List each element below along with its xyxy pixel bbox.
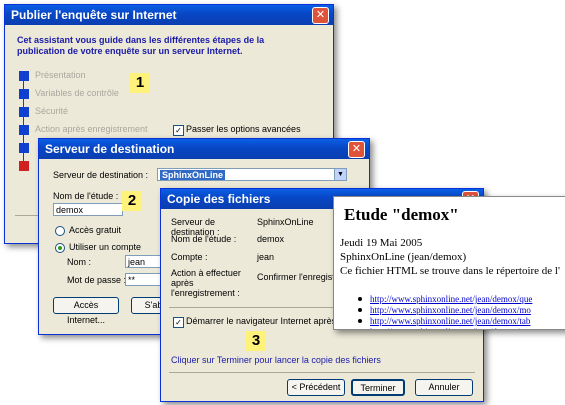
copy-files-title: Copie des fichiers xyxy=(167,192,271,206)
step-label: Variables de contrôle xyxy=(35,88,119,98)
name-label: Nom : xyxy=(67,257,92,267)
copy-divider-bottom xyxy=(169,372,475,373)
chevron-down-icon[interactable]: ▼ xyxy=(334,169,346,180)
internet-access-button[interactable]: Accès Internet... xyxy=(53,297,119,325)
wizard-intro: Cet assistant vous guide dans les différ… xyxy=(17,35,265,56)
page-link[interactable]: http://www.sphinxonline.net/jean/demox/t… xyxy=(370,316,530,326)
server-title: Serveur de destination xyxy=(45,142,175,156)
step-label: Présentation xyxy=(35,70,86,80)
finish-button[interactable]: Terminer xyxy=(351,379,405,396)
step-badge-1: 1 xyxy=(130,73,150,93)
page-link[interactable]: http://www.sphinxonline.net/jean/demox/r… xyxy=(370,327,530,329)
step-marker xyxy=(19,71,29,81)
step-marker xyxy=(19,125,29,135)
step-badge-3: 3 xyxy=(246,331,266,351)
close-icon[interactable]: ✕ xyxy=(348,141,365,158)
page-note: Ce fichier HTML se trouve dans le répert… xyxy=(340,265,560,277)
server-label: Serveur de destination : xyxy=(53,170,149,180)
step-connector xyxy=(23,135,24,143)
page-author: SphinxOnLine (jean/demox) xyxy=(340,251,467,263)
advanced-options-label: Passer les options avancées xyxy=(186,124,301,134)
summary-value: jean xyxy=(257,252,275,262)
step-connector xyxy=(23,117,24,125)
page-link[interactable]: http://www.sphinxonline.net/jean/demox/m… xyxy=(370,305,531,315)
finish-hint: Cliquer sur Terminer pour lancer la copi… xyxy=(171,355,381,365)
step-marker xyxy=(19,89,29,99)
summary-label: Nom de l'étude : xyxy=(171,234,237,244)
cancel-button[interactable]: Annuler xyxy=(415,379,473,396)
publish-wizard-titlebar[interactable]: Publier l'enquête sur Internet ✕ xyxy=(5,5,333,25)
study-field[interactable]: demox xyxy=(53,203,123,216)
server-select[interactable]: SphinxOnLine ▼ xyxy=(157,168,347,181)
close-icon[interactable]: ✕ xyxy=(312,7,329,24)
server-select-value: SphinxOnLine xyxy=(160,170,226,180)
free-access-radio[interactable] xyxy=(55,226,65,236)
step-marker xyxy=(19,107,29,117)
publish-wizard-title: Publier l'enquête sur Internet xyxy=(11,8,177,22)
advanced-options-checkbox[interactable]: ✓ xyxy=(173,125,184,136)
password-label: Mot de passe : xyxy=(67,275,127,285)
free-access-label: Accès gratuit xyxy=(69,225,122,235)
step-marker xyxy=(19,143,29,153)
step-label: Action après enregistrement xyxy=(35,124,148,134)
use-account-radio[interactable] xyxy=(55,243,65,253)
previous-button[interactable]: < Précédent xyxy=(287,379,345,396)
bullet-icon xyxy=(358,308,362,312)
study-label: Nom de l'étude : xyxy=(53,191,119,201)
server-titlebar[interactable]: Serveur de destination ✕ xyxy=(39,139,369,159)
launch-browser-checkbox[interactable]: ✓ xyxy=(173,317,184,328)
step-label: Sécurité xyxy=(35,106,69,116)
step-badge-2: 2 xyxy=(122,191,142,211)
page-link[interactable]: http://www.sphinxonline.net/jean/demox/q… xyxy=(370,294,532,304)
step-connector xyxy=(23,81,24,89)
page-heading: Etude "demox" xyxy=(344,205,459,224)
step-connector xyxy=(23,153,24,161)
bullet-icon xyxy=(358,319,362,323)
step-connector xyxy=(23,99,24,107)
step-marker xyxy=(19,161,29,171)
bullet-icon xyxy=(358,297,362,301)
browser-page: Etude "demox" Jeudi 19 Mai 2005 SphinxOn… xyxy=(333,196,565,330)
summary-label: Compte : xyxy=(171,252,208,262)
use-account-label: Utiliser un compte xyxy=(69,242,142,252)
summary-value: SphinxOnLine xyxy=(257,217,314,227)
summary-value: demox xyxy=(257,234,285,244)
summary-label: Action à effectuer après l'enregistremen… xyxy=(171,268,241,298)
page-date: Jeudi 19 Mai 2005 xyxy=(340,237,423,249)
